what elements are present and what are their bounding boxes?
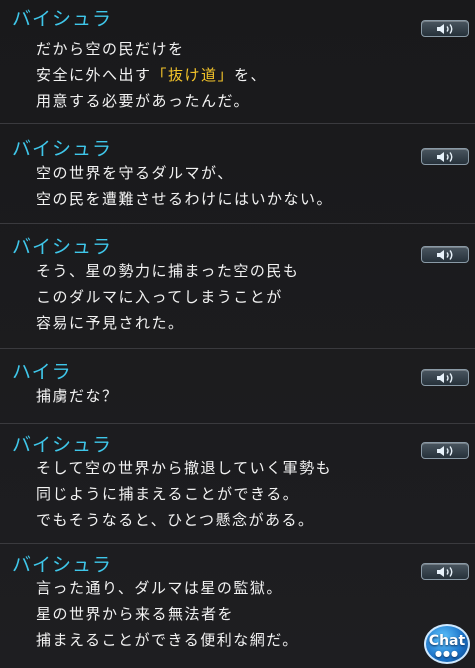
dialogue-line: 用意する必要があったんだ。: [36, 92, 251, 110]
dialogue-entry: ハイラ 捕虜だな？: [0, 348, 475, 423]
speaker-name: バイシュラ: [12, 138, 113, 160]
speaker-name: バイシュラ: [12, 236, 113, 258]
speaker-icon: [437, 373, 453, 383]
dialogue-line: だから空の民だけを: [36, 40, 185, 58]
dialogue-line: でもそうなると、ひとつ懸念がある。: [36, 511, 315, 529]
dialogue-line: 同じように捕まえることができる。: [36, 485, 300, 503]
dialogue-entry: バイシュラ そう、星の勢力に捕まった空の民も このダルマに入ってしまうことが 容…: [0, 223, 475, 348]
dialogue-text: 捕虜だな？: [36, 383, 119, 409]
highlighted-keyword: 「抜け道」: [151, 66, 235, 84]
dialogue-text: 空の世界を守るダルマが、 空の民を遭難させるわけにはいかない。: [36, 160, 333, 212]
dialogue-entry: バイシュラ そして空の世界から撤退していく軍勢も 同じように捕まえることができる…: [0, 423, 475, 543]
voice-play-button[interactable]: [421, 246, 469, 263]
voice-play-button[interactable]: [421, 369, 469, 386]
dialogue-text: そう、星の勢力に捕まった空の民も このダルマに入ってしまうことが 容易に予見され…: [36, 258, 299, 336]
dialogue-line: 空の世界を守るダルマが、: [36, 164, 234, 182]
dialogue-entry: バイシュラ 空の世界を守るダルマが、 空の民を遭難させるわけにはいかない。: [0, 123, 475, 223]
speaker-icon: [437, 567, 453, 577]
speaker-name: バイシュラ: [12, 434, 113, 456]
chat-dots-icon: ●●●: [435, 649, 459, 658]
dialogue-entry: バイシュラ だから空の民だけを 安全に外へ出す「抜け道」を、 用意する必要があっ…: [0, 0, 475, 123]
dialogue-line: 捕虜だな？: [36, 387, 119, 405]
dialogue-line: 容易に予見された。: [36, 314, 185, 332]
dialogue-log: バイシュラ だから空の民だけを 安全に外へ出す「抜け道」を、 用意する必要があっ…: [0, 0, 475, 668]
dialogue-entry: バイシュラ 言った通り、ダルマは星の監獄。 星の世界から来る無法者を 捕まえるこ…: [0, 543, 475, 668]
speaker-name: バイシュラ: [12, 554, 113, 576]
speaker-name: ハイラ: [12, 361, 72, 383]
dialogue-text: だから空の民だけを 安全に外へ出す「抜け道」を、 用意する必要があったんだ。: [36, 36, 267, 114]
chat-button-label: Chat: [428, 633, 466, 649]
voice-play-button[interactable]: [421, 148, 469, 165]
dialogue-line: 言った通り、ダルマは星の監獄。: [36, 579, 283, 597]
dialogue-text: 言った通り、ダルマは星の監獄。 星の世界から来る無法者を 捕まえることができる便…: [36, 575, 299, 653]
dialogue-line: 空の民を遭難させるわけにはいかない。: [36, 190, 334, 208]
speaker-icon: [437, 24, 453, 34]
chat-button[interactable]: Chat ●●●: [424, 624, 470, 664]
dialogue-text: そして空の世界から撤退していく軍勢も 同じように捕まえることができる。 でもそう…: [36, 455, 332, 533]
dialogue-line: 星の世界から来る無法者を: [36, 605, 235, 623]
speaker-icon: [437, 446, 453, 456]
dialogue-line: そう、星の勢力に捕まった空の民も: [36, 262, 300, 280]
dialogue-line: そして空の世界から撤退していく軍勢も: [36, 459, 333, 477]
dialogue-line: 捕まえることができる便利な網だ。: [36, 631, 299, 649]
speaker-icon: [437, 152, 453, 162]
speaker-name: バイシュラ: [12, 8, 113, 30]
voice-play-button[interactable]: [421, 563, 469, 580]
voice-play-button[interactable]: [421, 442, 469, 459]
dialogue-line: 安全に外へ出す「抜け道」を、: [36, 66, 268, 84]
speaker-icon: [437, 250, 453, 260]
voice-play-button[interactable]: [421, 20, 469, 37]
dialogue-line: このダルマに入ってしまうことが: [36, 288, 283, 306]
